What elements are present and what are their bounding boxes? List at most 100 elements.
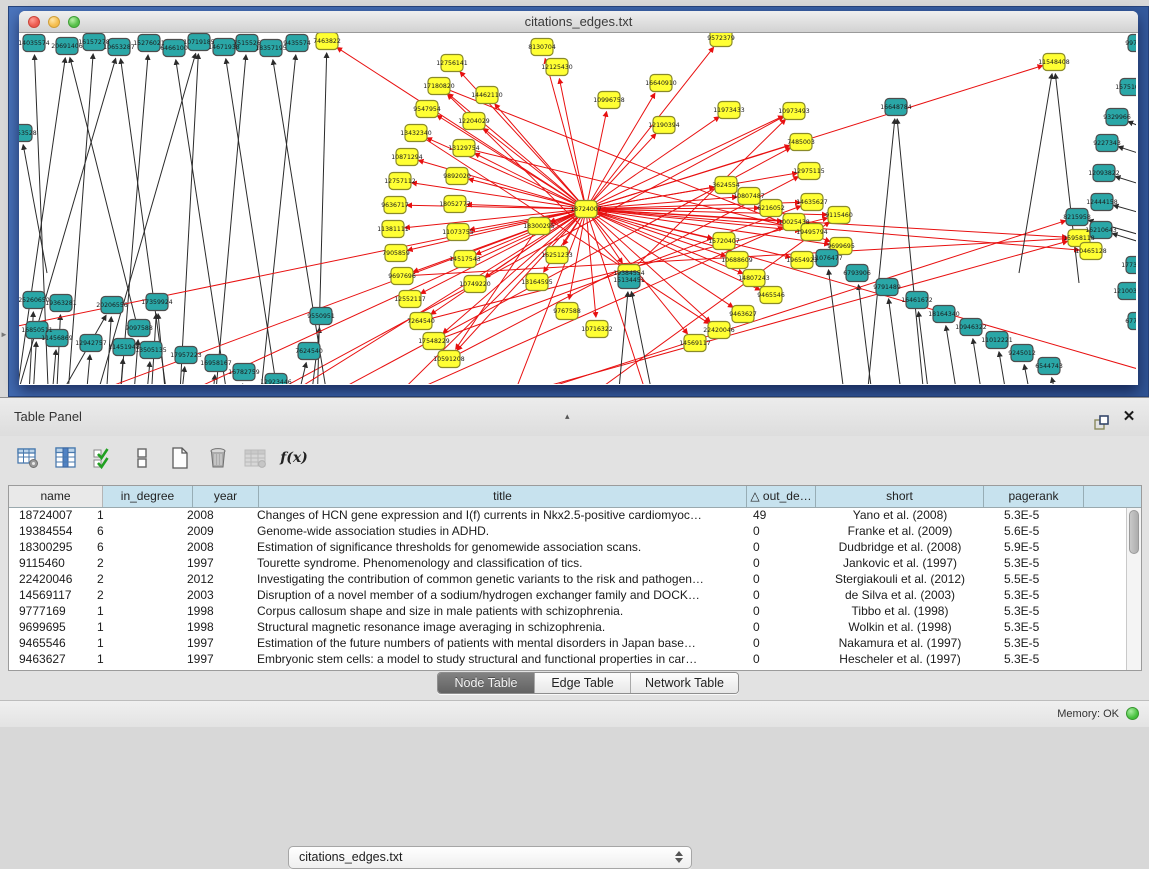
table-panel-header: Table Panel ▴ ✕ xyxy=(0,398,1149,436)
window-titlebar[interactable]: citations_edges.txt xyxy=(19,11,1138,33)
table-cell: Dudbridge et al. (2008) xyxy=(816,540,984,556)
table-cell: Estimation of the future numbers of pati… xyxy=(249,636,747,652)
network-canvas[interactable]: 1872400712756141171808209547954134323401… xyxy=(19,33,1136,384)
new-table-icon[interactable] xyxy=(166,444,194,472)
graph-node-label: 6216052 xyxy=(757,205,785,212)
table-cell: 5.3E-5 xyxy=(984,604,1084,620)
graph-node-label: 17180820 xyxy=(423,83,455,90)
column-header-out_de[interactable]: △ out_de… xyxy=(747,486,816,507)
graph-node-label: 6793906 xyxy=(843,270,871,277)
column-header-name[interactable]: name xyxy=(9,486,103,507)
graph-node-label: 6544743 xyxy=(1035,363,1063,370)
graph-node-label: 16461672 xyxy=(901,297,933,304)
graph-node-label: 16782759 xyxy=(228,369,260,376)
table-row[interactable]: 946554611997Estimation of the future num… xyxy=(9,636,1126,652)
graph-node-label: 9892020 xyxy=(443,173,471,180)
graph-node-label: 11381111 xyxy=(377,226,409,233)
graph-node-label: 7485003 xyxy=(787,139,815,146)
table-cell: 2003 xyxy=(183,588,249,604)
graph-node-label: 10465128 xyxy=(1075,248,1107,255)
graph-node-label: 18052777 xyxy=(439,201,471,208)
graph-node-label: 20206556 xyxy=(96,302,128,309)
graph-node-label: 18300295 xyxy=(523,223,555,230)
tab-edge-table[interactable]: Edge Table xyxy=(534,673,630,693)
graph-node-label: 17548229 xyxy=(418,338,450,345)
graph-node-label: 12552117 xyxy=(394,296,426,303)
table-row[interactable]: 1938455462009Genome-wide association stu… xyxy=(9,524,1126,540)
table-selector-dropdown[interactable]: citations_edges.txt xyxy=(288,846,692,869)
table-cell: de Silva et al. (2003) xyxy=(816,588,984,604)
table-cell: 2 xyxy=(93,556,183,572)
graph-node-label: 9572379 xyxy=(707,35,735,42)
graph-node-label: 16958167 xyxy=(200,360,232,367)
table-cell: 2009 xyxy=(183,524,249,540)
table-cell: 0 xyxy=(747,604,816,620)
import-table-icon[interactable] xyxy=(242,444,270,472)
table-mode-tabs: Node TableEdge TableNetwork Table xyxy=(437,672,739,694)
column-header-in_degree[interactable]: in_degree xyxy=(103,486,193,507)
column-header-title[interactable]: title xyxy=(259,486,747,507)
table-cell: 0 xyxy=(747,556,816,572)
float-window-icon[interactable] xyxy=(1091,408,1111,426)
table-cell: 9777169 xyxy=(9,604,93,620)
graph-node-label: 6770957 xyxy=(1125,318,1136,325)
tab-network-table[interactable]: Network Table xyxy=(630,673,738,693)
graph-node-label: 8130704 xyxy=(528,44,556,51)
minimize-window-button[interactable] xyxy=(48,16,60,28)
table-cell: Stergiakouli et al. (2012) xyxy=(816,572,984,588)
split-pane-grip-icon[interactable]: ▴ xyxy=(565,397,570,435)
table-row[interactable]: 969969511998Structural magnetic resonanc… xyxy=(9,620,1126,636)
row-height-icon[interactable] xyxy=(128,444,156,472)
tab-node-table[interactable]: Node Table xyxy=(438,673,534,693)
graph-node-label: 9245012 xyxy=(1008,350,1036,357)
table-cell: 2012 xyxy=(183,572,249,588)
table-cell: 1997 xyxy=(183,652,249,668)
graph-node-label: 11973433 xyxy=(713,107,745,114)
scrollbar-thumb[interactable] xyxy=(1129,510,1139,554)
table-row[interactable]: 1872400712008Changes of HCN gene express… xyxy=(9,508,1126,524)
table-cell: Wolkin et al. (1998) xyxy=(816,620,984,636)
select-all-icon[interactable] xyxy=(90,444,118,472)
graph-node-label: 10871294 xyxy=(391,154,423,161)
graph-node-label: 9435574 xyxy=(283,40,311,47)
close-window-button[interactable] xyxy=(28,16,40,28)
function-builder-icon[interactable]: f(x) xyxy=(280,444,308,472)
graph-node-label: 12923446 xyxy=(260,379,292,384)
graph-node-label: 12756141 xyxy=(436,60,468,67)
table-cell: 9465546 xyxy=(9,636,93,652)
collapsed-panel-handle[interactable]: ► xyxy=(0,330,8,339)
show-columns-icon[interactable] xyxy=(52,444,80,472)
table-row[interactable]: 977716911998Corpus callosum shape and si… xyxy=(9,604,1126,620)
table-row[interactable]: 1456911722003Disruption of a novel membe… xyxy=(9,588,1126,604)
table-cell: Nakamura et al. (1997) xyxy=(816,636,984,652)
table-row[interactable]: 1830029562008Estimation of significance … xyxy=(9,540,1126,556)
graph-node-label: 16640910 xyxy=(645,80,677,87)
graph-node-label: 9767588 xyxy=(553,308,581,315)
close-icon[interactable]: ✕ xyxy=(1119,408,1139,426)
table-cell: 1998 xyxy=(183,620,249,636)
table-row[interactable]: 2242004622012Investigating the contribut… xyxy=(9,572,1126,588)
table-cell: Corpus callosum shape and size in male p… xyxy=(249,604,747,620)
table-cell: 18724007 xyxy=(9,508,93,524)
zoom-window-button[interactable] xyxy=(68,16,80,28)
column-header-pagerank[interactable]: pagerank xyxy=(984,486,1084,507)
column-header-year[interactable]: year xyxy=(193,486,259,507)
table-settings-icon[interactable] xyxy=(14,444,42,472)
table-row[interactable]: 946362711997Embryonic stem cells: a mode… xyxy=(9,652,1126,668)
vertical-scrollbar[interactable] xyxy=(1126,508,1141,670)
delete-table-icon[interactable] xyxy=(204,444,232,472)
table-cell: Investigating the contribution of common… xyxy=(249,572,747,588)
graph-node-label: 9097588 xyxy=(125,325,153,332)
network-window: citations_edges.txt 18724007127561411718… xyxy=(19,11,1138,385)
table-cell: 2 xyxy=(93,588,183,604)
column-header-short[interactable]: short xyxy=(816,486,984,507)
table-row[interactable]: 911546021997Tourette syndrome. Phenomeno… xyxy=(9,556,1126,572)
graph-node-label: 16210643 xyxy=(1085,227,1117,234)
memory-status-icon[interactable] xyxy=(1126,707,1139,720)
table-cell: 1 xyxy=(93,620,183,636)
graph-node-label: 12100354 xyxy=(1113,288,1136,295)
graph-node-label: 10653287 xyxy=(103,44,135,51)
graph-node-label: 12093822 xyxy=(1088,170,1120,177)
table-cell: Franke et al. (2009) xyxy=(816,524,984,540)
table-cell: 1 xyxy=(93,604,183,620)
